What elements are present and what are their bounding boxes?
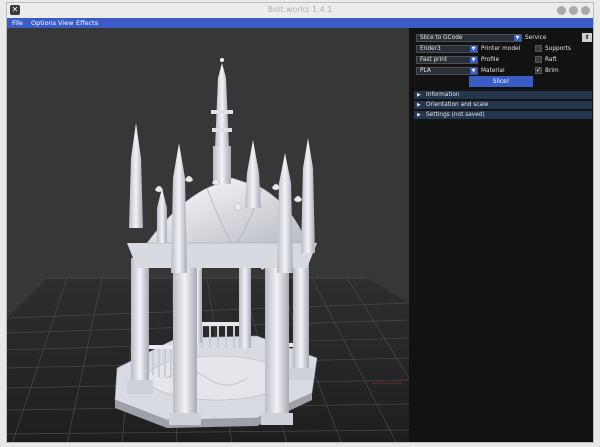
chevron-right-icon: ▶ xyxy=(417,112,421,118)
section-orientation-scale-label: Orientation and scale xyxy=(426,102,489,108)
material-label: Material xyxy=(481,68,505,74)
close-icon[interactable] xyxy=(581,6,590,15)
chevron-down-icon: ▼ xyxy=(470,68,477,74)
section-information-label: Information xyxy=(426,92,460,98)
raft-checkbox[interactable] xyxy=(535,56,542,63)
slice-button[interactable]: Slice! xyxy=(469,76,533,87)
scene-canvas xyxy=(7,58,409,442)
maximize-icon[interactable] xyxy=(569,6,578,15)
brim-checkbox[interactable]: ✓ xyxy=(535,67,542,74)
service-label: Service xyxy=(525,35,547,41)
mode-value: Slice to GCode xyxy=(420,35,463,41)
material-dropdown[interactable]: PLA ▼ xyxy=(416,67,478,75)
printer-value: Ender3 xyxy=(420,46,441,52)
supports-label: Supports xyxy=(545,46,571,52)
printer-dropdown[interactable]: Ender3 ▼ xyxy=(416,45,478,53)
chevron-down-icon: ▼ xyxy=(470,46,477,52)
menu-options[interactable]: Options xyxy=(31,19,56,27)
brim-label: Brim xyxy=(545,68,559,74)
supports-checkbox[interactable] xyxy=(535,45,542,52)
profile-dropdown[interactable]: Fast print ▼ xyxy=(416,56,478,64)
section-settings-label: Settings (not saved) xyxy=(426,112,485,118)
gazebo-model xyxy=(114,58,318,428)
mode-dropdown[interactable]: Slice to GCode ▼ xyxy=(416,34,522,42)
minimize-icon[interactable] xyxy=(557,6,566,15)
section-orientation-scale[interactable]: ▶ Orientation and scale xyxy=(414,101,592,109)
3d-viewport[interactable] xyxy=(7,28,409,442)
printer-label: Printer model xyxy=(481,46,521,52)
profile-label: Profile xyxy=(481,57,500,63)
menu-file[interactable]: File xyxy=(12,19,23,27)
app-window: ✕ Bolt.works 1.4.1 File Options View Eff… xyxy=(6,2,594,443)
slicer-panel: Slice to GCode ▼ Service ⬆ Ender3 ▼ Prin… xyxy=(409,28,593,442)
upload-icon[interactable]: ⬆ xyxy=(582,33,592,42)
menu-view[interactable]: View xyxy=(58,19,73,27)
chevron-down-icon: ▼ xyxy=(514,35,521,41)
section-settings[interactable]: ▶ Settings (not saved) xyxy=(414,111,592,119)
menu-effects[interactable]: Effects xyxy=(76,19,98,27)
section-information[interactable]: ▶ Information xyxy=(414,91,592,99)
window-title: Bolt.works 1.4.1 xyxy=(267,5,333,14)
chevron-right-icon: ▶ xyxy=(417,92,421,98)
material-value: PLA xyxy=(420,68,431,74)
title-bar: ✕ Bolt.works 1.4.1 xyxy=(7,3,593,19)
chevron-right-icon: ▶ xyxy=(417,102,421,108)
profile-value: Fast print xyxy=(420,57,448,63)
raft-label: Raft xyxy=(545,57,557,63)
menu-bar: File Options View Effects xyxy=(7,18,593,28)
chevron-down-icon: ▼ xyxy=(470,57,477,63)
